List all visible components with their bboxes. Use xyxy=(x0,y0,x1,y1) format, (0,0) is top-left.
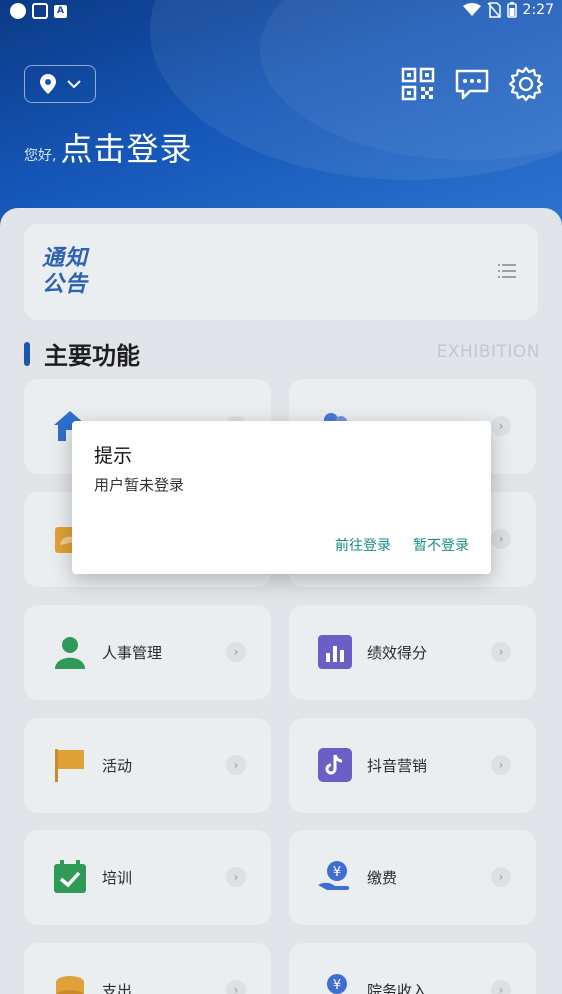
feature-card[interactable]: 支出 › xyxy=(24,943,271,994)
login-prompt[interactable]: 您好, 点击登录 xyxy=(24,124,192,170)
section-subtitle: EXHIBITION xyxy=(436,342,540,362)
tiktok-icon xyxy=(318,748,352,782)
chevron-right-icon: › xyxy=(491,980,511,994)
list-icon[interactable] xyxy=(498,264,516,278)
greeting-text: 您好, xyxy=(24,148,57,164)
feature-card[interactable]: 抖音营销 › xyxy=(289,718,536,813)
go-login-button[interactable]: 前往登录 xyxy=(335,535,391,555)
chevron-right-icon: › xyxy=(226,755,246,775)
battery-icon xyxy=(506,2,517,18)
no-sim-icon xyxy=(486,2,501,18)
yen-hand-icon: ¥ xyxy=(327,974,347,994)
feature-label: 院务收入 xyxy=(367,982,428,994)
chevron-right-icon: › xyxy=(226,642,246,662)
feature-card[interactable]: ¥ 院务收入 › xyxy=(289,943,536,994)
chevron-right-icon: › xyxy=(491,755,511,775)
svg-text:¥: ¥ xyxy=(333,865,341,880)
feature-label: 培训 xyxy=(102,869,133,887)
chevron-right-icon: › xyxy=(226,867,246,887)
feature-label: 人事管理 xyxy=(102,644,163,662)
notice-logo-line2: 公告 xyxy=(42,272,89,297)
message-icon[interactable] xyxy=(454,66,490,102)
section-header: 主要功能 xyxy=(24,336,140,371)
notification-dot-icon xyxy=(10,3,26,19)
skip-login-button[interactable]: 暂不登录 xyxy=(413,535,469,555)
feature-card[interactable]: 人事管理 › xyxy=(24,605,271,700)
feature-card[interactable]: 绩效得分 › xyxy=(289,605,536,700)
chevron-down-icon xyxy=(67,79,81,88)
chevron-right-icon: › xyxy=(226,980,246,994)
feature-label: 抖音营销 xyxy=(367,757,428,775)
login-required-dialog: 提示 用户暂未登录 前往登录 暂不登录 xyxy=(72,421,491,574)
app-notification-icon xyxy=(32,3,48,19)
location-selector[interactable] xyxy=(24,65,96,103)
yen-hand-icon: ¥ xyxy=(318,861,350,890)
feature-label: 支出 xyxy=(102,982,133,994)
notice-logo: 通知 公告 xyxy=(42,246,88,298)
feature-label: 缴费 xyxy=(367,869,398,887)
feature-card[interactable]: ¥ 缴费 › xyxy=(289,830,536,925)
chevron-right-icon: › xyxy=(491,642,511,662)
flag-icon xyxy=(55,749,84,782)
svg-text:¥: ¥ xyxy=(333,978,341,993)
chevron-right-icon: › xyxy=(491,416,511,436)
section-title: 主要功能 xyxy=(44,342,140,370)
qr-code-icon[interactable] xyxy=(400,66,436,102)
chevron-right-icon: › xyxy=(491,529,511,549)
feature-label: 活动 xyxy=(102,757,133,775)
location-icon xyxy=(40,74,56,94)
chevron-right-icon: › xyxy=(491,867,511,887)
wifi-icon xyxy=(462,3,481,16)
feature-card[interactable]: 培训 › xyxy=(24,830,271,925)
feature-label: 绩效得分 xyxy=(367,644,428,662)
calendar-check-icon xyxy=(54,860,86,893)
status-bar: A 2:27 xyxy=(0,0,562,22)
coins-icon xyxy=(56,976,84,994)
person-icon xyxy=(55,637,85,669)
bar-chart-icon xyxy=(318,635,352,669)
clock: 2:27 xyxy=(522,2,554,18)
notice-logo-line1: 通知 xyxy=(42,246,89,271)
app-badge-icon: A xyxy=(54,4,67,18)
dialog-title: 提示 xyxy=(94,445,133,467)
header: A 2:27 您好, 点击登录 xyxy=(0,0,562,240)
section-accent-bar xyxy=(24,341,30,366)
dialog-message: 用户暂未登录 xyxy=(94,476,185,494)
login-link[interactable]: 点击登录 xyxy=(60,124,192,170)
notice-bar[interactable]: 通知 公告 xyxy=(24,224,538,320)
settings-icon[interactable] xyxy=(508,66,544,102)
feature-card[interactable]: 活动 › xyxy=(24,718,271,813)
